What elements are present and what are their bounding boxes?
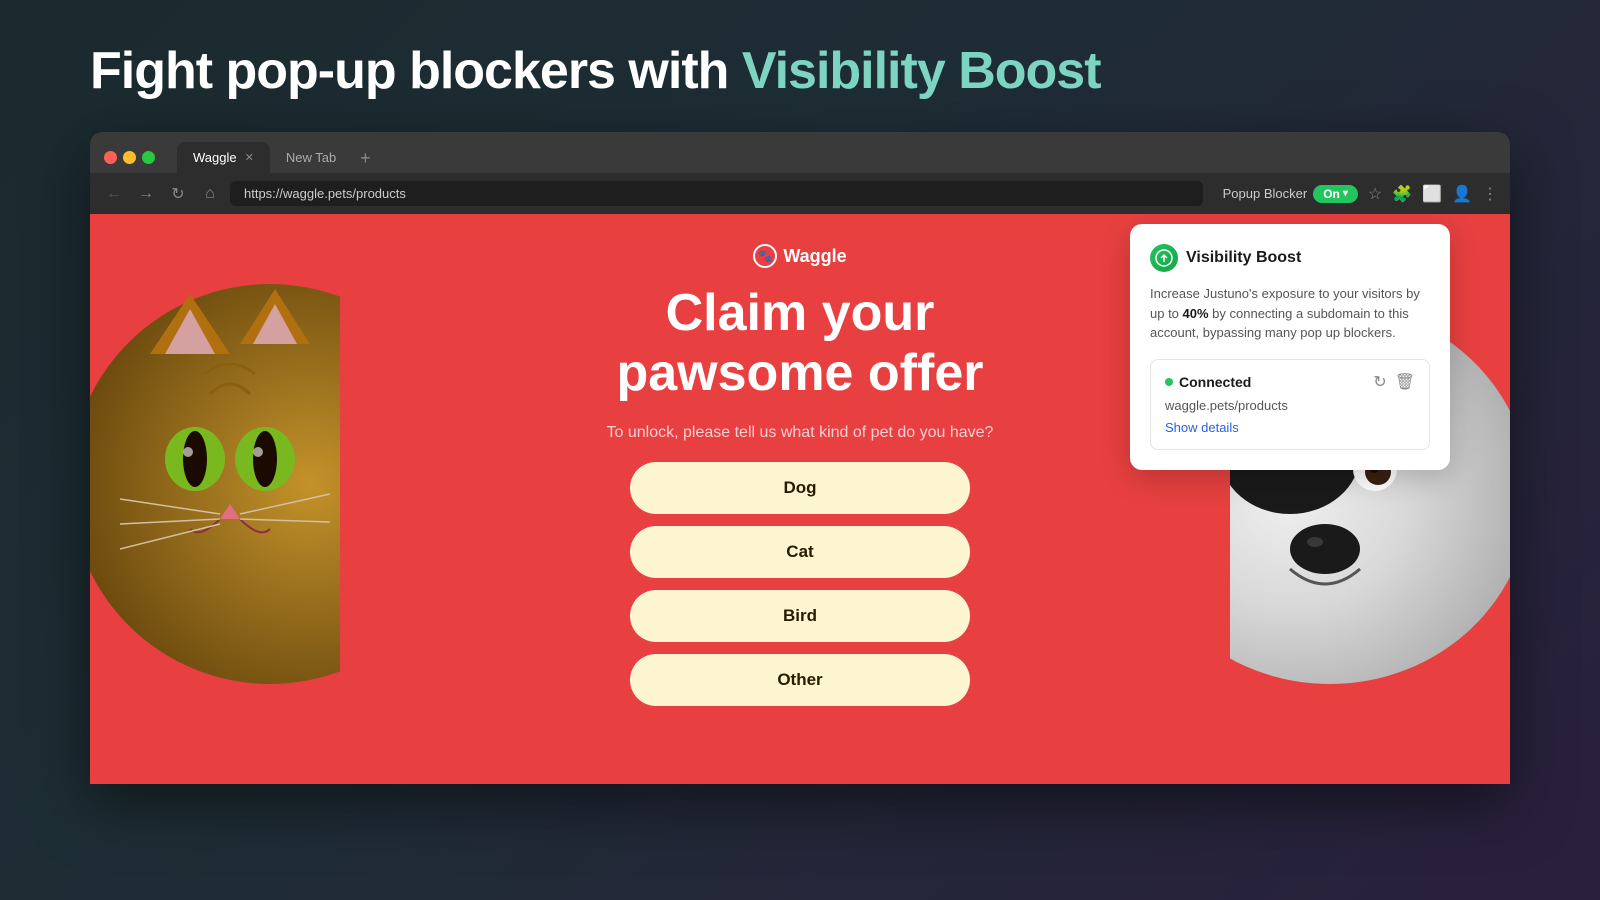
forward-button[interactable]: → xyxy=(134,182,158,206)
main-headline: Claim your pawsome offer xyxy=(617,284,984,404)
address-bar[interactable]: https://waggle.pets/products xyxy=(230,181,1203,206)
reload-button[interactable]: ↻ xyxy=(166,182,190,206)
sub-text: To unlock, please tell us what kind of p… xyxy=(607,424,994,442)
new-tab-button[interactable]: + xyxy=(352,144,379,173)
visibility-boost-popup: Visibility Boost Increase Justuno's expo… xyxy=(1130,224,1450,470)
status-header: Connected ↻ 🗑 xyxy=(1165,372,1415,392)
status-label: Connected xyxy=(1179,374,1251,390)
close-button[interactable] xyxy=(104,151,117,164)
browser-window: Waggle ✕ New Tab + ← → ↻ ⌂ https://waggl… xyxy=(90,132,1510,784)
cat-button[interactable]: Cat xyxy=(630,526,970,578)
refresh-button[interactable]: ↻ xyxy=(1373,372,1386,392)
profile-icon[interactable]: 👤 xyxy=(1452,184,1472,204)
popup-title: Visibility Boost xyxy=(1186,249,1301,267)
tabs-row: Waggle ✕ New Tab + xyxy=(177,142,1496,173)
puzzle-icon[interactable]: 🧩 xyxy=(1392,184,1412,204)
website-content: 🐾 Waggle Claim your pawsome offer To unl… xyxy=(90,214,1510,784)
waggle-logo-text: Waggle xyxy=(783,246,846,267)
cat-image xyxy=(90,274,340,694)
status-actions: ↻ 🗑 xyxy=(1373,372,1415,392)
visibility-boost-logo-icon xyxy=(1150,244,1178,272)
popup-blocker-badge: Popup Blocker On xyxy=(1223,185,1358,203)
url-text: https://waggle.pets/products xyxy=(244,186,406,201)
status-dot xyxy=(1165,378,1173,386)
waggle-logo-icon: 🐾 xyxy=(753,244,777,268)
home-button[interactable]: ⌂ xyxy=(198,182,222,206)
status-connected: Connected xyxy=(1165,374,1251,390)
minimize-button[interactable] xyxy=(123,151,136,164)
show-details-link[interactable]: Show details xyxy=(1165,420,1239,435)
waggle-logo: 🐾 Waggle xyxy=(753,244,846,268)
other-button[interactable]: Other xyxy=(630,654,970,706)
dog-button[interactable]: Dog xyxy=(630,462,970,514)
star-icon[interactable]: ☆ xyxy=(1368,184,1382,204)
popup-header: Visibility Boost xyxy=(1150,244,1430,272)
popup-description: Increase Justuno's exposure to your visi… xyxy=(1150,284,1430,343)
maximize-button[interactable] xyxy=(142,151,155,164)
tab-close-icon[interactable]: ✕ xyxy=(245,151,254,164)
tab-waggle-label: Waggle xyxy=(193,150,237,165)
tab-new-label: New Tab xyxy=(286,150,336,165)
browser-toolbar-icons: Popup Blocker On ☆ 🧩 ⬜ 👤 ⋮ xyxy=(1223,184,1498,204)
page-background: Fight pop-up blockers with Visibility Bo… xyxy=(0,0,1600,784)
page-title: Fight pop-up blockers with Visibility Bo… xyxy=(0,0,1600,132)
tab-waggle[interactable]: Waggle ✕ xyxy=(177,142,270,173)
browser-titlebar: Waggle ✕ New Tab + xyxy=(90,132,1510,173)
popup-blocker-toggle[interactable]: On xyxy=(1313,185,1358,203)
back-button[interactable]: ← xyxy=(102,182,126,206)
delete-button[interactable]: 🗑 xyxy=(1395,372,1415,392)
more-options-icon[interactable]: ⋮ xyxy=(1482,184,1498,204)
window-icon[interactable]: ⬜ xyxy=(1422,184,1442,204)
popup-status: Connected ↻ 🗑 waggle.pets/products Show … xyxy=(1150,359,1430,450)
browser-addressbar: ← → ↻ ⌂ https://waggle.pets/products Pop… xyxy=(90,173,1510,214)
bird-button[interactable]: Bird xyxy=(630,590,970,642)
tab-new[interactable]: New Tab xyxy=(270,142,352,173)
status-url: waggle.pets/products xyxy=(1165,398,1415,413)
pet-buttons: Dog Cat Bird Other xyxy=(630,462,970,706)
popup-blocker-label: Popup Blocker xyxy=(1223,186,1308,201)
traffic-lights xyxy=(104,151,155,164)
